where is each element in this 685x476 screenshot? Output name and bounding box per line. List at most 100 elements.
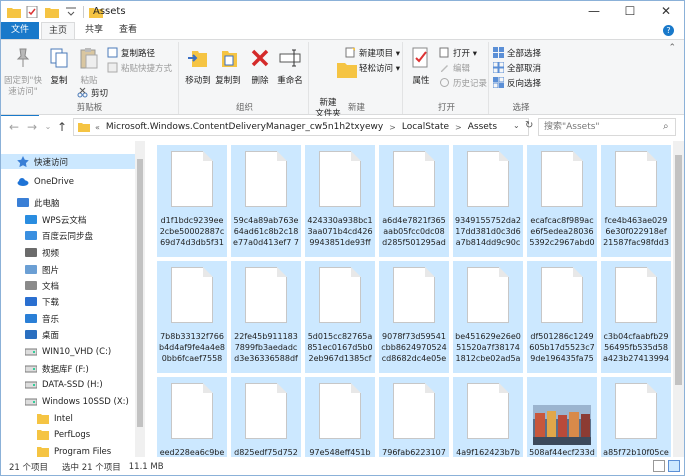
nav-item[interactable]: 百度云同步盘 — [1, 228, 93, 243]
large-icons-view-icon[interactable] — [668, 460, 680, 472]
file-item[interactable]: d1f1bdc9239ee2cbe50002887c69d74d3db5f31 … — [157, 145, 227, 257]
history-button[interactable]: 历史记录 — [439, 76, 487, 89]
minimize-button[interactable]: — — [577, 1, 611, 21]
nav-item[interactable]: 图片 — [1, 262, 59, 277]
tab-share[interactable]: 共享 — [79, 22, 109, 39]
new-item-button[interactable]: 新建项目 ▾ — [345, 46, 400, 59]
close-button[interactable]: ✕ — [649, 1, 683, 21]
nav-item[interactable]: Intel — [1, 411, 73, 426]
scrollbar-thumb[interactable] — [675, 155, 682, 385]
file-item[interactable]: 59c4a89ab763e64ad61c8b2c18e77a0d413ef7 7… — [231, 145, 301, 257]
file-item[interactable]: 9349155752da217dd381d0c3d6a7b814dd9c90c3… — [453, 145, 523, 257]
cut-button[interactable]: 剪切 — [77, 86, 108, 99]
edit-button[interactable]: 编辑 — [439, 61, 470, 74]
search-input[interactable]: 搜索"Assets" — [538, 118, 676, 136]
nav-item[interactable]: PerfLogs — [1, 427, 90, 442]
nav-item-label: Windows 10SSD (X:) — [42, 396, 129, 407]
customize-quick-access-icon[interactable] — [64, 6, 78, 18]
file-item[interactable]: 4a9f162423b7b ... — [453, 377, 523, 457]
copy-to-button[interactable]: 复制到 — [213, 46, 243, 87]
file-item[interactable]: 97e548eff451b ... — [305, 377, 375, 457]
overflow-chevron[interactable]: « — [95, 123, 100, 132]
breadcrumb-segment[interactable]: Assets — [468, 122, 497, 132]
file-item[interactable]: a6d4e7821f365aab05fcc0dc08d285f501295ad5… — [379, 145, 449, 257]
nav-item[interactable]: WPS云文档 — [1, 212, 86, 227]
recent-locations-icon[interactable]: ⌄ — [41, 120, 55, 134]
file-item[interactable]: 7b8b33132f766b4d4af9fe4a4e80bb6fcaef7558… — [157, 261, 227, 373]
explorer-window: Assets — ☐ ✕ 文件 主页 共享 查看 ? 固定到"快速访问" 复制 … — [0, 0, 685, 476]
file-name: 59c4a89ab763e64ad61c8b2c18e77a0d413ef7 7… — [233, 216, 299, 247]
nav-item[interactable]: 视频 — [1, 245, 59, 260]
nav-item[interactable]: 快速访问 — [1, 154, 135, 169]
file-item[interactable]: 796fab6223107 ... — [379, 377, 449, 457]
address-dropdown-icon[interactable]: ⌄ — [513, 121, 520, 130]
file-item[interactable]: 508af44ecf233d ... — [527, 377, 597, 457]
copy-path-button[interactable]: 复制路径 — [107, 46, 155, 59]
address-bar[interactable]: « Microsoft.Windows.ContentDeliveryManag… — [73, 118, 529, 136]
nav-item[interactable]: 桌面 — [1, 327, 59, 342]
file-item[interactable]: 5d015cc82765a851ec0167d5b02eb967d1385cfb… — [305, 261, 375, 373]
file-item[interactable]: ecafcac8f989ace6f5edea280365392c2967abd0… — [527, 145, 597, 257]
file-item[interactable]: 424330a938bc13aa071b4cd4269943851de93ff4… — [305, 145, 375, 257]
image-thumbnail — [533, 405, 591, 445]
breadcrumb-segment[interactable]: Microsoft.Windows.ContentDeliveryManager… — [106, 122, 383, 132]
copy-button[interactable]: 复制 — [45, 46, 73, 87]
paste-shortcut-button[interactable]: 粘贴快捷方式 — [107, 61, 172, 74]
open-icon — [439, 47, 449, 58]
file-icon — [245, 383, 287, 439]
open-button[interactable]: 打开 ▾ — [439, 46, 477, 59]
nav-item[interactable]: 数据库F (F:) — [1, 361, 89, 376]
breadcrumb-segment[interactable]: LocalState — [402, 122, 449, 132]
file-item[interactable]: a85f72b10f05ce ... — [601, 377, 671, 457]
title-bar: Assets — ☐ ✕ — [1, 1, 684, 22]
file-item[interactable]: df501286c1249605b17d5523c79de196435fa751… — [527, 261, 597, 373]
nav-item[interactable]: Program Files — [1, 444, 111, 457]
tab-home[interactable]: 主页 — [41, 22, 75, 39]
nav-item[interactable]: WIN10_VHD (C:) — [1, 344, 111, 359]
file-item[interactable]: be451629e26e051520a7f381741812cbe02ad5a6… — [453, 261, 523, 373]
easy-access-button[interactable]: 轻松访问 ▾ — [345, 61, 400, 74]
properties-button[interactable]: 属性 — [407, 46, 435, 87]
file-item[interactable]: 22fe45b911183 7899fb3aedadcd3e36336588df… — [231, 261, 301, 373]
pin-quick-access-button[interactable]: 固定到"快速访问" — [3, 46, 43, 98]
navigation-scrollbar[interactable] — [135, 141, 145, 457]
file-item[interactable]: 9078f73d59541 cbb8624970524cd8682dc4e05e… — [379, 261, 449, 373]
nav-item[interactable]: 音乐 — [1, 311, 59, 326]
collapse-ribbon-icon[interactable]: ⌃ — [668, 43, 676, 53]
breadcrumb-separator[interactable]: > — [389, 123, 396, 132]
breadcrumb-separator[interactable]: > — [455, 123, 462, 132]
ribbon: 固定到"快速访问" 复制 粘贴 复制路径 粘贴快捷方式 剪切 剪贴板 移动到 复… — [1, 39, 684, 119]
paste-button[interactable]: 粘贴 — [75, 46, 103, 87]
help-icon[interactable]: ? — [663, 25, 674, 36]
nav-item[interactable]: 下载 — [1, 294, 59, 309]
properties-icon[interactable] — [26, 5, 40, 18]
tab-view[interactable]: 查看 — [113, 22, 143, 39]
nav-item[interactable]: 此电脑 — [1, 195, 60, 210]
content-scrollbar[interactable] — [673, 141, 684, 457]
group-open: 属性 打开 ▾ 编辑 历史记录 打开 — [405, 42, 489, 114]
maximize-button[interactable]: ☐ — [613, 1, 647, 21]
details-view-icon[interactable] — [653, 460, 665, 472]
nav-item[interactable]: OneDrive — [1, 174, 74, 189]
forward-arrow-icon[interactable]: → — [25, 120, 39, 134]
refresh-icon[interactable]: ↻ — [525, 120, 533, 131]
delete-button[interactable]: 删除 — [247, 46, 273, 87]
nav-item[interactable]: Windows 10SSD (X:) — [1, 394, 129, 409]
move-to-button[interactable]: 移动到 — [183, 46, 213, 87]
file-item[interactable]: d825edf75d752 ... — [231, 377, 301, 457]
invert-selection-button[interactable]: 反向选择 — [493, 76, 541, 89]
file-item[interactable]: eed228ea6c9be c0f4217_3f503... — [157, 377, 227, 457]
nav-item[interactable]: 文档 — [1, 278, 59, 293]
scrollbar-thumb[interactable] — [137, 159, 143, 427]
back-arrow-icon[interactable]: ← — [7, 120, 21, 134]
properties-icon — [412, 47, 428, 68]
properties-label: 属性 — [412, 76, 430, 86]
new-folder-quick-icon[interactable] — [45, 6, 59, 18]
select-none-button[interactable]: 全部取消 — [493, 61, 541, 74]
file-item[interactable]: c3b04cfaabfb2956495fb535d58a423b27413994… — [601, 261, 671, 373]
file-item[interactable]: fce4b463ae0296e30f022918ef21587fac98fdd3… — [601, 145, 671, 257]
select-all-button[interactable]: 全部选择 — [493, 46, 541, 59]
rename-button[interactable]: 重命名 — [275, 46, 305, 87]
nav-item[interactable]: DATA-SSD (H:) — [1, 377, 103, 392]
up-arrow-icon[interactable]: ↑ — [55, 120, 69, 134]
